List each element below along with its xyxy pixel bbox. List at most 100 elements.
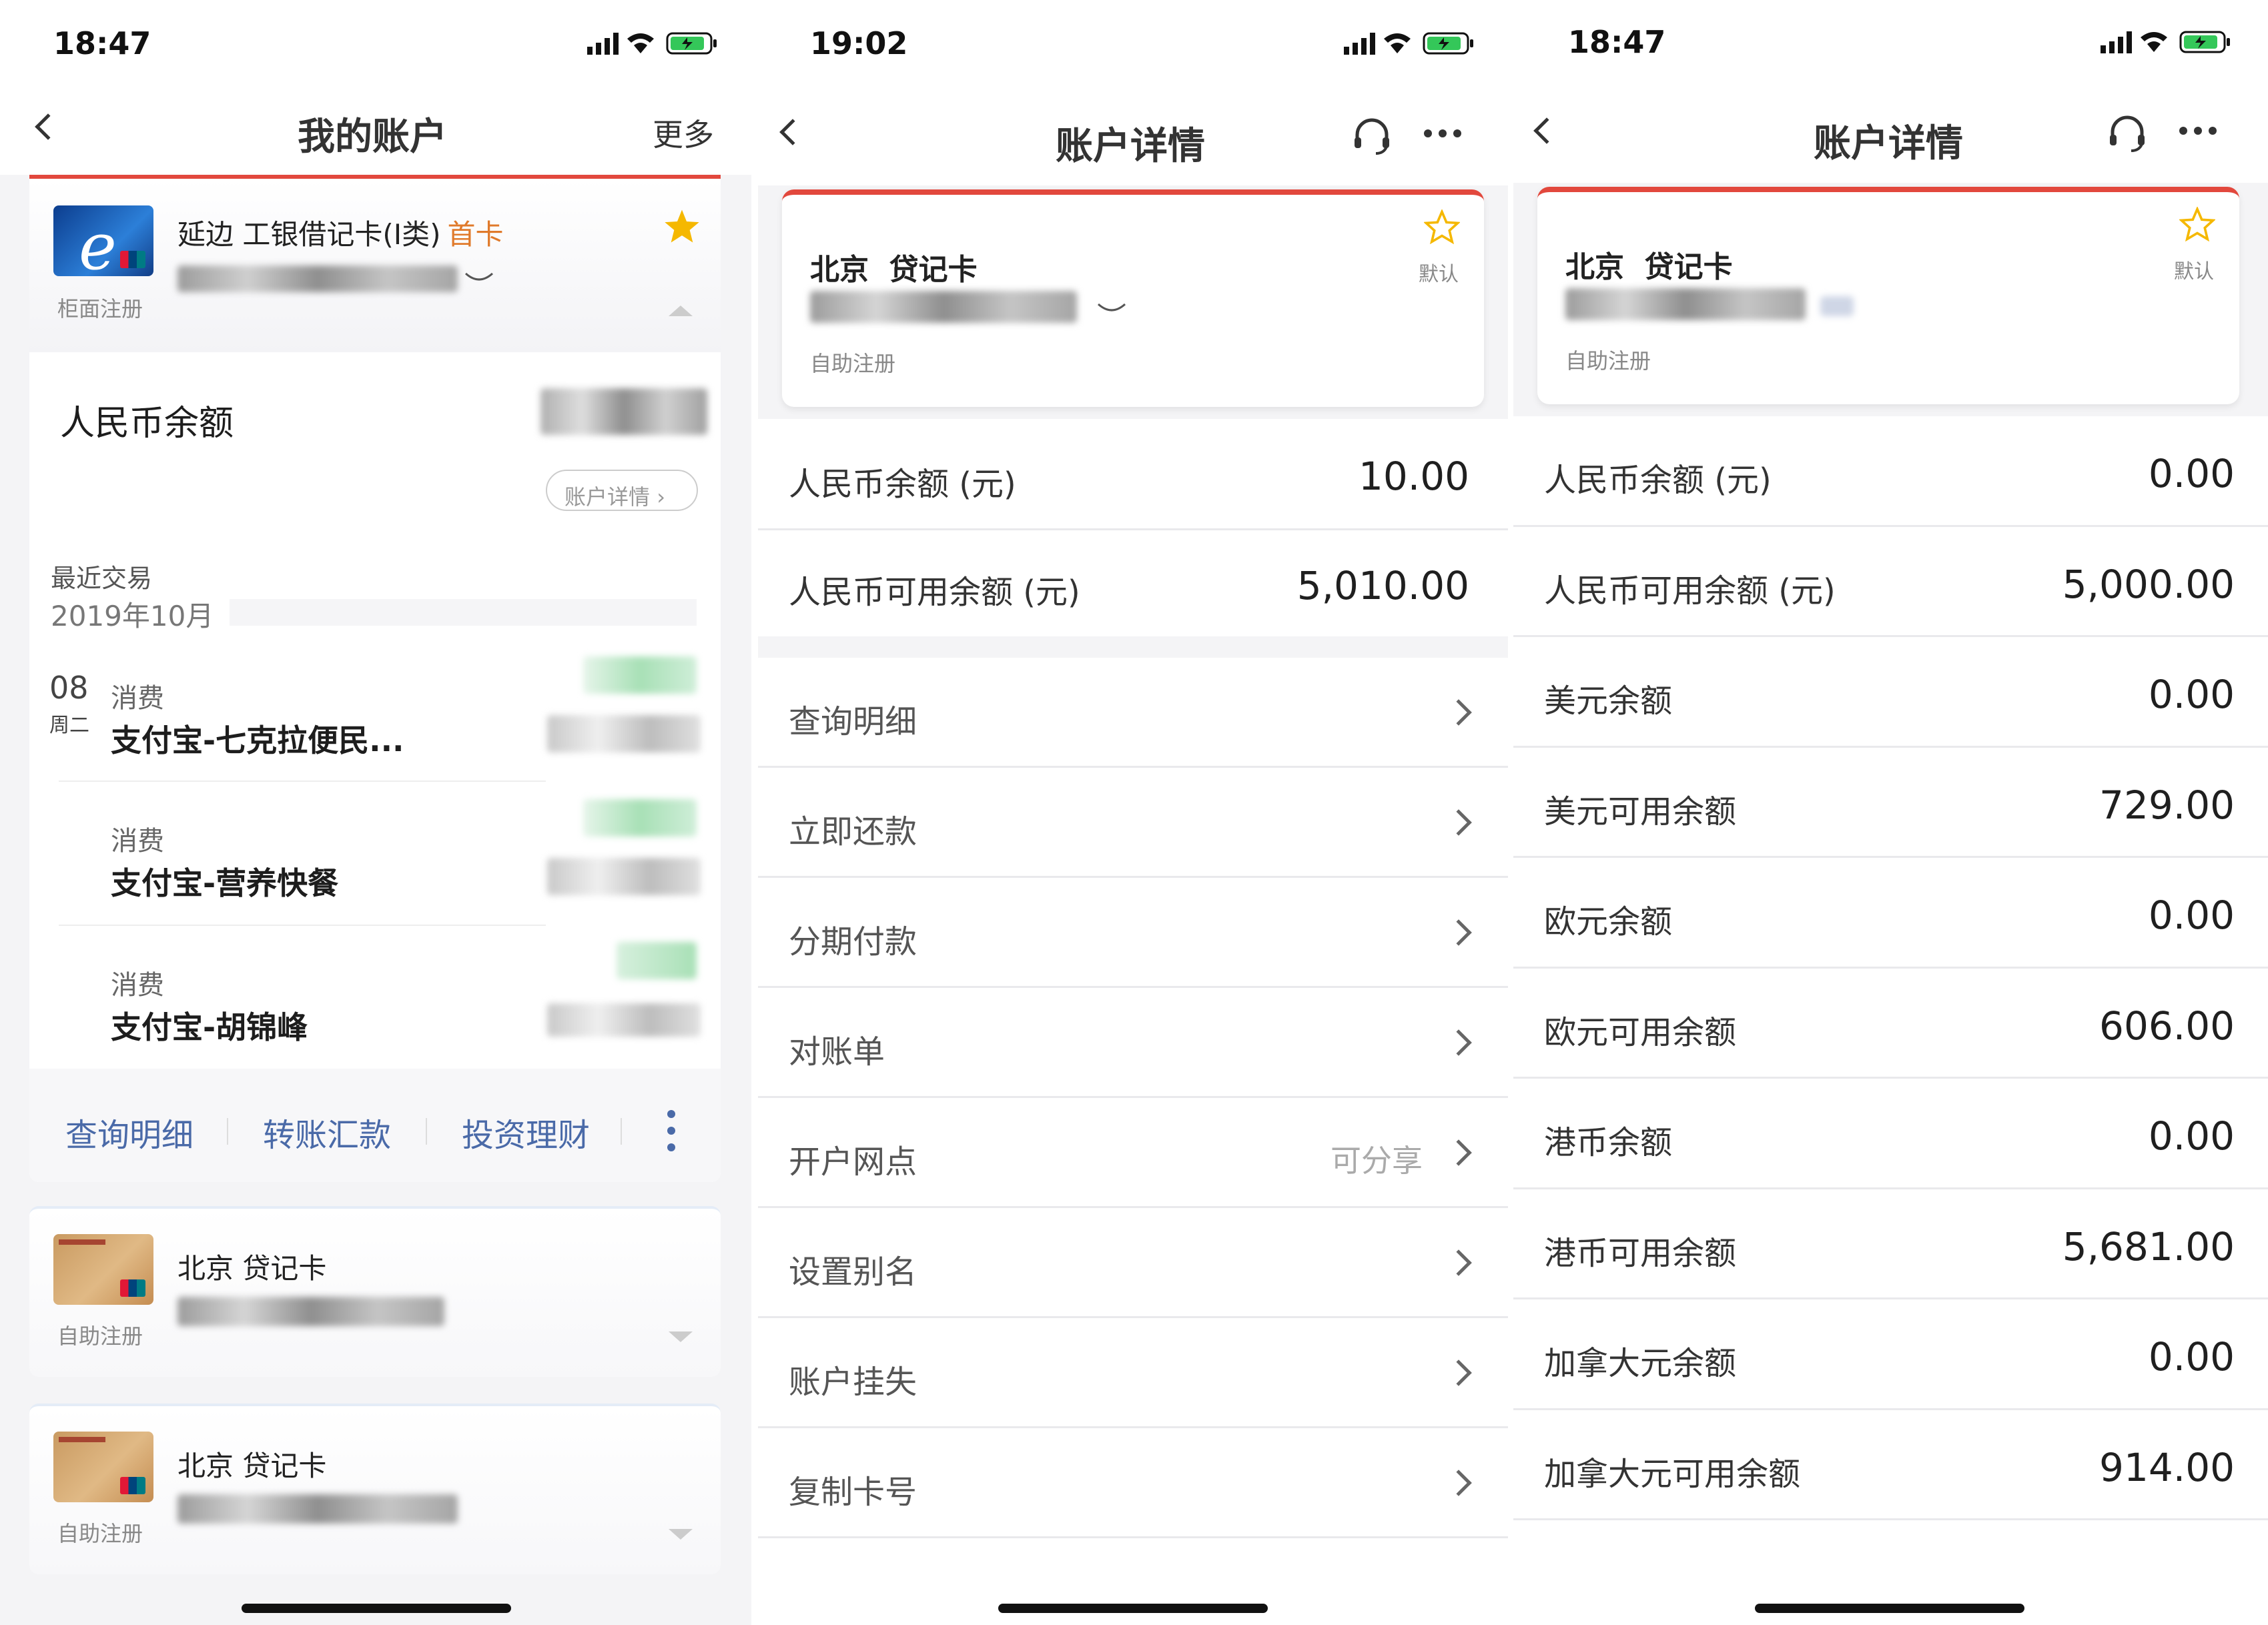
tx-merchant[interactable]: 支付宝-七克拉便民... xyxy=(111,716,404,760)
action-divider xyxy=(227,1118,228,1145)
menu-item[interactable]: 设置别名 xyxy=(758,1208,1508,1318)
masked-card-number xyxy=(177,265,458,292)
balance-value: 5,000.00 xyxy=(2062,561,2235,607)
star-outline-icon[interactable] xyxy=(2179,207,2215,241)
home-indicator[interactable] xyxy=(242,1604,511,1613)
recent-month: 2019年10月 xyxy=(51,600,214,632)
menu-item[interactable]: 对账单 xyxy=(758,988,1508,1098)
balance-value: 0.00 xyxy=(2148,1334,2235,1380)
balance-row: 欧元可用余额 606.00 xyxy=(1513,969,2268,1079)
balance-label: 加拿大元可用余额 xyxy=(1544,1455,1801,1493)
balance-row: 人民币余额 (元) 0.00 xyxy=(1513,416,2268,527)
screen-account-detail-2: 18:47 账户详情 北京 贷记卡 自助注册 默认 人民币余额 (元) 0.00 人… xyxy=(1513,0,2268,1625)
card-name: 北京 贷记卡 xyxy=(177,1252,327,1285)
menu-item-label: 查询明细 xyxy=(789,703,917,740)
balance-label: 人民币余额 xyxy=(60,404,234,444)
balance-value: 914.00 xyxy=(2099,1444,2235,1490)
menu-item-label: 立即还款 xyxy=(789,813,917,851)
menu-item[interactable]: 开户网点 可分享 xyxy=(758,1098,1508,1208)
masked-amount xyxy=(583,656,697,694)
tx-merchant[interactable]: 支付宝-营养快餐 xyxy=(111,859,338,903)
balance-value: 0.00 xyxy=(2148,1113,2235,1159)
status-icons xyxy=(2101,31,2230,53)
back-icon[interactable] xyxy=(1533,117,1560,144)
page-title: 我的账户 xyxy=(298,115,447,159)
menu-item-label: 账户挂失 xyxy=(789,1364,917,1401)
balance-label: 欧元可用余额 xyxy=(1544,1013,1737,1051)
chevron-right-icon xyxy=(1445,1470,1472,1496)
card-row[interactable]: 自助注册 北京 贷记卡 xyxy=(29,1404,721,1574)
more-horizontal-icon[interactable] xyxy=(1423,127,1463,140)
home-indicator[interactable] xyxy=(1755,1604,2024,1613)
balance-label: 人民币余额 (元) xyxy=(789,466,1016,503)
account-detail-button[interactable]: 账户详情 › xyxy=(546,470,698,511)
card-reg-label: 自助注册 xyxy=(57,1521,143,1546)
tx-day: 08 xyxy=(49,670,89,706)
menu-item-label: 设置别名 xyxy=(789,1253,917,1291)
expand-icon[interactable] xyxy=(669,1331,693,1342)
screen-my-accounts: 18:47 我的账户 更多 e 柜面注册 延边 工银借记卡(Ⅰ类) 首卡 人民币余… xyxy=(0,0,751,1625)
card-row[interactable]: 自助注册 北京 贷记卡 xyxy=(29,1206,721,1377)
balance-value: 5,681.00 xyxy=(2062,1223,2235,1269)
status-time: 18:47 xyxy=(53,25,151,61)
card-reg-label: 自助注册 xyxy=(1565,348,1651,374)
tx-type: 消费 xyxy=(111,970,164,1001)
action-query-detail[interactable]: 查询明细 xyxy=(65,1109,194,1155)
card-image-icon xyxy=(53,1432,153,1502)
balance-label: 欧元余额 xyxy=(1544,903,1673,941)
star-filled-icon[interactable] xyxy=(663,208,701,244)
screen-account-detail-1: 19:02 账户详情 北京 贷记卡 自助注册 默认 人民币余额 (元) 10.0… xyxy=(758,0,1508,1625)
balance-label: 人民币余额 (元) xyxy=(1544,462,1772,499)
masked-card-number xyxy=(177,1494,458,1524)
balance-value: 0.00 xyxy=(2148,672,2235,717)
balance-row: 港币余额 0.00 xyxy=(1513,1079,2268,1189)
eye-closed-icon[interactable] xyxy=(463,269,495,286)
card-reg-label: 自助注册 xyxy=(57,1323,143,1349)
back-icon[interactable] xyxy=(779,119,806,145)
action-invest[interactable]: 投资理财 xyxy=(462,1109,590,1155)
card-image-icon xyxy=(53,1234,153,1305)
menu-item[interactable]: 立即还款 xyxy=(758,768,1508,878)
more-horizontal-icon[interactable] xyxy=(2178,124,2218,137)
tx-divider xyxy=(59,925,546,926)
balance-label: 美元可用余额 xyxy=(1544,792,1737,831)
headset-icon[interactable] xyxy=(2106,112,2149,155)
headset-icon[interactable] xyxy=(1351,115,1393,157)
card-name: 北京 贷记卡 xyxy=(810,253,978,287)
section-gap xyxy=(758,636,1508,658)
more-vertical-icon[interactable] xyxy=(665,1107,678,1154)
masked-card-number xyxy=(810,291,1077,323)
balance-row: 美元余额 0.00 xyxy=(1513,637,2268,748)
star-outline-icon[interactable] xyxy=(1424,209,1460,244)
divider xyxy=(1513,1518,2268,1520)
balance-value: 729.00 xyxy=(2099,782,2235,828)
card-name: 延边 工银借记卡(Ⅰ类) 首卡 xyxy=(177,212,504,253)
default-label: 默认 xyxy=(2174,260,2214,284)
chevron-right-icon xyxy=(1445,919,1472,946)
first-account-panel: e 柜面注册 延边 工银借记卡(Ⅰ类) 首卡 人民币余额 账户详情 › 最近交易 … xyxy=(29,175,721,1182)
balance-label: 美元余额 xyxy=(1544,682,1673,720)
page-title: 账户详情 xyxy=(1056,125,1205,168)
masked-balance-after xyxy=(547,858,701,895)
balance-label: 加拿大元余额 xyxy=(1544,1345,1737,1382)
more-button[interactable]: 更多 xyxy=(653,111,714,155)
masked-amount xyxy=(583,799,697,837)
expand-icon[interactable] xyxy=(669,1529,693,1540)
menu-item[interactable]: 复制卡号 xyxy=(758,1428,1508,1538)
menu-item[interactable]: 查询明细 xyxy=(758,658,1508,768)
balance-value: 0.00 xyxy=(2148,451,2235,496)
card-panel: 北京 贷记卡 自助注册 默认 xyxy=(1537,187,2239,404)
menu-item-label: 开户网点 xyxy=(789,1143,917,1181)
card-name: 北京 贷记卡 xyxy=(177,1450,327,1482)
balance-label: 人民币可用余额 (元) xyxy=(1544,572,1836,610)
tx-merchant[interactable]: 支付宝-胡锦峰 xyxy=(111,1003,308,1047)
collapse-icon[interactable] xyxy=(669,306,693,316)
menu-item[interactable]: 分期付款 xyxy=(758,878,1508,988)
menu-item[interactable]: 账户挂失 xyxy=(758,1318,1508,1428)
home-indicator[interactable] xyxy=(998,1604,1268,1613)
balance-label: 人民币可用余额 (元) xyxy=(789,574,1080,611)
balance-row: 美元可用余额 729.00 xyxy=(1513,748,2268,858)
action-transfer[interactable]: 转账汇款 xyxy=(263,1109,391,1155)
balance-label: 港币余额 xyxy=(1544,1124,1673,1161)
eye-closed-icon[interactable] xyxy=(1096,300,1128,316)
